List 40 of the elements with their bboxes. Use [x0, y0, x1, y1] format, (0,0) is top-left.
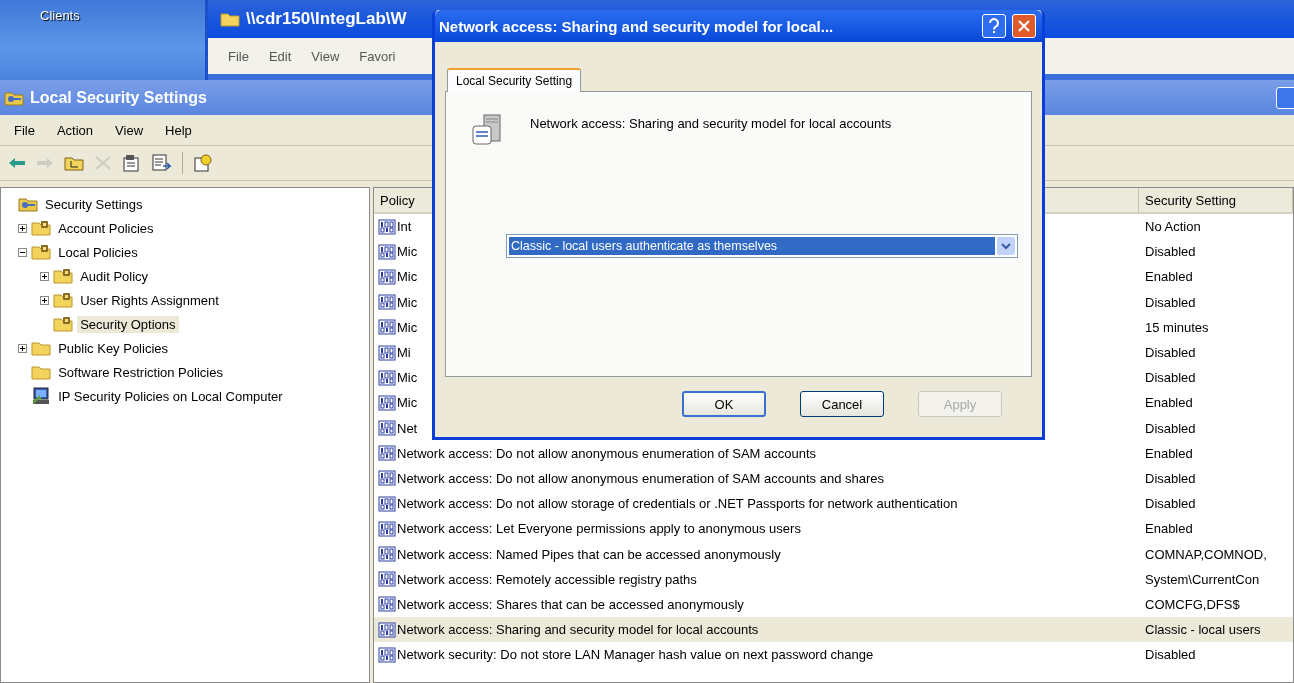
window-title: Local Security Settings [30, 88, 207, 107]
policy-name: Network access: Shares that can be accessed anonymously [397, 596, 744, 612]
security-setting: Classic - local users [1145, 622, 1261, 638]
security-setting: Disabled [1145, 470, 1196, 486]
security-setting: Disabled [1145, 370, 1196, 386]
setting-description: Network access: Sharing and security model for local accounts [530, 116, 892, 131]
policy-name: Mic [397, 269, 418, 285]
policy-name: Network access: Remotely accessible registry paths [397, 571, 697, 587]
policy-name: Mic [397, 395, 418, 411]
security-setting: 15 minutes [1145, 319, 1209, 335]
security-setting: COMNAP,COMNOD, [1145, 546, 1267, 562]
policy-name: Mic [397, 294, 418, 310]
policy-name: Network access: Named Pipes that can be accessed anonymously [397, 546, 781, 562]
policy-name: Network security: Do not store LAN Manager hash value on next password change [397, 647, 874, 663]
security-setting: Enabled [1145, 521, 1193, 537]
policy-name: Mic [397, 370, 418, 386]
policy-name: Network access: Do not allow anonymous enumeration of SAM accounts [397, 445, 817, 461]
policy-name: Net [397, 420, 418, 436]
window-title: \\cdr150\IntegLab\W [246, 9, 407, 29]
security-setting: Enabled [1145, 395, 1193, 411]
security-setting: COMCFG,DFS$ [1145, 596, 1240, 612]
security-setting: Disabled [1145, 420, 1196, 436]
security-setting: Enabled [1145, 445, 1193, 461]
security-setting: System\CurrentCon [1145, 571, 1260, 587]
security-setting: Enabled [1145, 269, 1193, 285]
dialog-title: Network access: Sharing and security model for local... [439, 17, 835, 35]
security-setting: Disabled [1145, 496, 1196, 512]
policy-name: Mi [397, 345, 411, 361]
policy-name: Network access: Let Everyone permissions apply to anonymous users [397, 521, 801, 537]
policy-name: Network access: Sharing and security model for local accounts [397, 622, 759, 638]
security-setting: Disabled [1145, 345, 1196, 361]
policy-name: Mic [397, 319, 418, 335]
policy-name: Mic [397, 244, 418, 260]
policy-name: Network access: Do not allow anonymous enumeration of SAM accounts and shares [397, 470, 885, 486]
security-setting: Disabled [1145, 647, 1196, 663]
security-setting: Disabled [1145, 244, 1196, 260]
policy-name: Int [397, 219, 412, 235]
security-setting: No Action [1145, 219, 1201, 235]
policy-name: Network access: Do not allow storage of credentials or .NET Passports for network authentication [397, 496, 958, 512]
security-setting: Disabled [1145, 294, 1196, 310]
